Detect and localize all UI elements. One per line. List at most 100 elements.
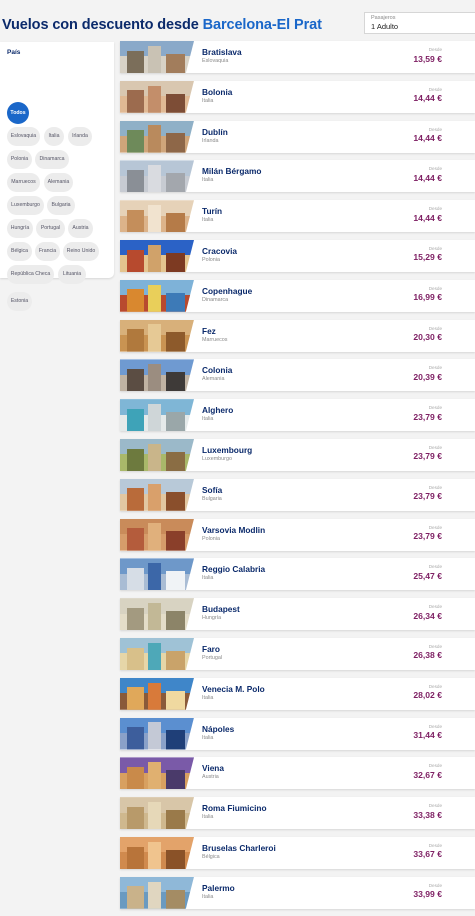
destination-price: 20,39 € xyxy=(413,371,442,382)
destination-card[interactable]: Budapest Hungría Desde 26,34 € xyxy=(120,598,475,631)
destination-photo xyxy=(120,836,194,869)
destination-photo xyxy=(120,757,194,790)
destination-city: Bolonia xyxy=(202,86,233,97)
destination-country: Italia xyxy=(202,416,214,423)
country-chip-reino-unido[interactable]: Reino Unido xyxy=(63,242,99,261)
destination-city: Viena xyxy=(202,763,224,774)
destination-country: Polonia xyxy=(202,535,220,542)
destination-photo xyxy=(120,279,194,312)
country-chip-todos[interactable]: Todos xyxy=(7,102,29,124)
country-chip-italia[interactable]: Italia xyxy=(44,127,64,146)
destination-price: 33,38 € xyxy=(413,809,442,820)
destination-price: 23,79 € xyxy=(413,531,442,542)
destination-card[interactable]: Venecia M. Polo Italia Desde 28,02 € xyxy=(120,677,475,710)
price-from-label: Desde xyxy=(428,683,442,689)
country-chip-luxemburgo[interactable]: Luxemburgo xyxy=(7,196,44,215)
destination-card[interactable]: Palermo Italia Desde 33,99 € xyxy=(120,876,475,909)
destination-photo xyxy=(120,637,194,670)
destination-photo xyxy=(120,359,194,392)
price-from-label: Desde xyxy=(428,763,442,769)
destination-price: 16,99 € xyxy=(413,292,442,303)
destination-card[interactable]: Turín Italia Desde 14,44 € xyxy=(120,200,475,233)
country-chip-república-checa[interactable]: República Checa xyxy=(7,265,54,284)
destination-country: Italia xyxy=(202,734,214,741)
destination-card[interactable]: Alghero Italia Desde 23,79 € xyxy=(120,399,475,432)
destination-country: Italia xyxy=(202,694,214,701)
destination-card[interactable]: Reggio Calabria Italia Desde 25,47 € xyxy=(120,558,475,591)
price-from-label: Desde xyxy=(428,86,442,92)
destination-card[interactable]: Roma Fiumicino Italia Desde 33,38 € xyxy=(120,797,475,830)
destination-price: 13,59 € xyxy=(413,53,442,64)
price-from-label: Desde xyxy=(428,47,442,52)
destination-photo xyxy=(120,677,194,710)
destination-country: Polonia xyxy=(202,256,220,263)
destination-photo xyxy=(120,120,194,153)
destination-price: 15,29 € xyxy=(413,252,442,263)
destination-city: Milán Bérgamo xyxy=(202,166,262,177)
country-chip-bélgica[interactable]: Bélgica xyxy=(7,242,32,261)
destination-card[interactable]: Bolonia Italia Desde 14,44 € xyxy=(120,80,475,113)
destination-photo xyxy=(120,518,194,551)
destination-city: Palermo xyxy=(202,882,235,893)
country-chip-eslovaquia[interactable]: Eslovaquia xyxy=(7,127,40,146)
destination-card[interactable]: Fez Marruecos Desde 20,30 € xyxy=(120,319,475,352)
country-chip-irlanda[interactable]: Irlanda xyxy=(68,127,92,146)
destination-price: 14,44 € xyxy=(413,133,442,144)
destination-country: Hungría xyxy=(202,615,222,622)
passengers-select[interactable]: Pasajeros 1 Adulto xyxy=(364,12,475,34)
price-from-label: Desde xyxy=(428,126,442,132)
country-chip-alemania[interactable]: Alemania xyxy=(44,173,73,192)
country-chip-portugal[interactable]: Portugal xyxy=(36,219,65,238)
destination-photo xyxy=(120,598,194,631)
destination-city: Copenhague xyxy=(202,285,253,296)
destination-photo xyxy=(120,558,194,591)
country-chip-bulgaria[interactable]: Bulgaria xyxy=(47,196,75,215)
destination-photo xyxy=(120,160,194,193)
price-from-label: Desde xyxy=(428,524,442,530)
destination-city: Turín xyxy=(202,206,223,217)
destination-price: 14,44 € xyxy=(413,212,442,223)
country-filter-title: País xyxy=(7,49,21,56)
destination-city: Reggio Calabria xyxy=(202,564,266,575)
destination-price: 23,79 € xyxy=(413,451,442,462)
destination-city: Luxembourg xyxy=(202,444,253,455)
destination-card[interactable]: Faro Portugal Desde 26,38 € xyxy=(120,637,475,670)
destination-card[interactable]: Luxembourg Luxemburgo Desde 23,79 € xyxy=(120,438,475,471)
destination-city: Bratislava xyxy=(202,47,242,57)
destination-card[interactable]: Bruselas Charleroi Bélgica Desde 33,67 € xyxy=(120,836,475,869)
country-chip-francia[interactable]: Francia xyxy=(35,242,60,261)
country-chip-marruecos[interactable]: Marruecos xyxy=(7,173,40,192)
destination-country: Marruecos xyxy=(202,336,228,343)
country-chip-austria[interactable]: Austria xyxy=(68,219,93,238)
destination-price: 20,30 € xyxy=(413,332,442,343)
country-chip-dinamarca[interactable]: Dinamarca xyxy=(35,150,69,169)
destination-card[interactable]: Bratislava Eslovaquia Desde 13,59 € xyxy=(120,41,475,73)
destination-photo xyxy=(120,717,194,750)
destination-card[interactable]: Nápoles Italia Desde 31,44 € xyxy=(120,717,475,750)
destination-country: Italia xyxy=(202,893,214,900)
country-chip-hungría[interactable]: Hungría xyxy=(7,219,33,238)
destination-card[interactable]: Sofía Bulgaria Desde 23,79 € xyxy=(120,478,475,511)
destination-city: Alghero xyxy=(202,405,234,416)
country-chip-estonia[interactable]: Estonia xyxy=(7,292,32,311)
destination-photo xyxy=(120,239,194,272)
destination-card[interactable]: Cracovia Polonia Desde 15,29 € xyxy=(120,239,475,272)
destination-price: 26,38 € xyxy=(413,650,442,661)
passengers-value: 1 Adulto xyxy=(371,22,399,31)
destination-city: Bruselas Charleroi xyxy=(202,842,276,853)
destination-card[interactable]: Viena Austria Desde 32,67 € xyxy=(120,757,475,790)
destination-city: Varsovia Modlin xyxy=(202,524,266,535)
destination-city: Sofía xyxy=(202,484,223,495)
country-chip-lituania[interactable]: Lituania xyxy=(58,265,86,284)
destination-card[interactable]: Colonia Alemania Desde 20,39 € xyxy=(120,359,475,392)
destination-city: Colonia xyxy=(202,365,233,376)
destination-card[interactable]: Copenhague Dinamarca Desde 16,99 € xyxy=(120,279,475,312)
destination-card[interactable]: Dublín Irlanda Desde 14,44 € xyxy=(120,120,475,153)
destination-card[interactable]: Milán Bérgamo Italia Desde 14,44 € xyxy=(120,160,475,193)
destination-photo xyxy=(120,438,194,471)
country-chip-polonia[interactable]: Polonia xyxy=(7,150,32,169)
price-from-label: Desde xyxy=(428,484,442,490)
destination-card[interactable]: Varsovia Modlin Polonia Desde 23,79 € xyxy=(120,518,475,551)
destination-city: Cracovia xyxy=(202,245,238,256)
destination-country: Irlanda xyxy=(202,137,219,144)
